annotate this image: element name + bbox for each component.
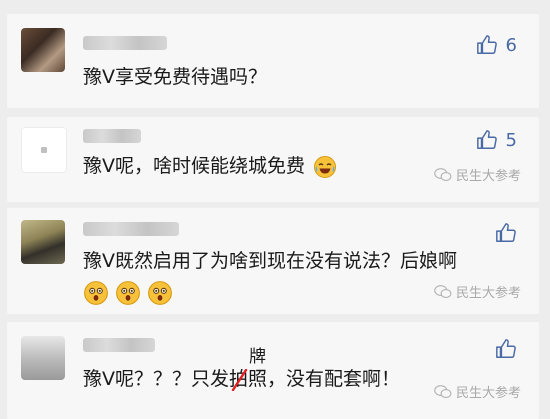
comment-text: 豫V既然启用了为啥到现在没有说法？后娘啊 <box>83 250 457 272</box>
comment-card: 豫V既然启用了为啥到现在没有说法？后娘啊 民生大参考 <box>7 208 539 314</box>
wechat-logo-icon <box>434 384 452 398</box>
avatar[interactable] <box>21 336 65 380</box>
watermark-text: 民生大参考 <box>455 169 521 184</box>
struck-char-wrap: 拍 <box>229 366 248 392</box>
astonished-emoji <box>116 281 140 305</box>
like-button[interactable] <box>495 222 517 244</box>
emoji-row <box>83 280 173 306</box>
like-button[interactable]: 6 <box>476 34 517 56</box>
watermark-text: 民生大参考 <box>455 386 521 401</box>
comment-card: 牌 豫V呢？？？只发拍 照，没有配套啊！ 民生大参考 <box>7 322 539 419</box>
correction-char: 牌 <box>249 347 266 367</box>
comment-text-row: 豫V呢？？？只发拍 照，没有配套啊！ <box>83 366 400 392</box>
avatar[interactable] <box>21 220 65 264</box>
watermark: 民生大参考 <box>434 282 521 301</box>
comment-text-row: 豫V呢，啥时候能绕城免费 <box>83 153 337 179</box>
avatar[interactable] <box>21 28 65 72</box>
avatar[interactable] <box>21 127 67 173</box>
avatar-dot <box>41 147 47 153</box>
username-blurred[interactable] <box>83 36 167 50</box>
watermark: 民生大参考 <box>434 165 521 184</box>
wechat-logo-icon <box>434 167 452 181</box>
comment-text-after: 照，没有配套啊！ <box>248 368 401 390</box>
watermark: 民生大参考 <box>434 382 521 401</box>
astonished-emoji <box>84 281 108 305</box>
comment-text-before: 豫V呢？？？只发 <box>83 368 229 390</box>
tears-of-joy-emoji <box>314 155 337 178</box>
thumbs-up-icon <box>496 339 516 358</box>
comment-text: 豫V呢，啥时候能绕城免费 <box>83 155 305 177</box>
struck-char: 拍 <box>229 368 249 390</box>
comment-text: 豫V享受免费待遇吗？ <box>83 66 267 88</box>
username-blurred[interactable] <box>83 338 155 352</box>
watermark-text: 民生大参考 <box>455 286 521 301</box>
thumbs-up-icon <box>476 35 497 54</box>
comment-card: 豫V呢，啥时候能绕城免费 5 民生大参考 <box>7 117 539 202</box>
comment-card: 豫V享受免费待遇吗？ 6 <box>7 14 539 108</box>
like-count: 6 <box>505 34 517 56</box>
thumbs-up-icon <box>496 223 516 242</box>
astonished-emoji <box>148 281 172 305</box>
username-blurred[interactable] <box>83 129 141 143</box>
thumbs-up-icon <box>476 130 497 149</box>
wechat-logo-icon <box>434 284 452 298</box>
like-button[interactable]: 5 <box>476 129 517 151</box>
username-blurred[interactable] <box>83 222 179 236</box>
like-button[interactable] <box>495 338 517 360</box>
like-count: 5 <box>505 129 517 151</box>
